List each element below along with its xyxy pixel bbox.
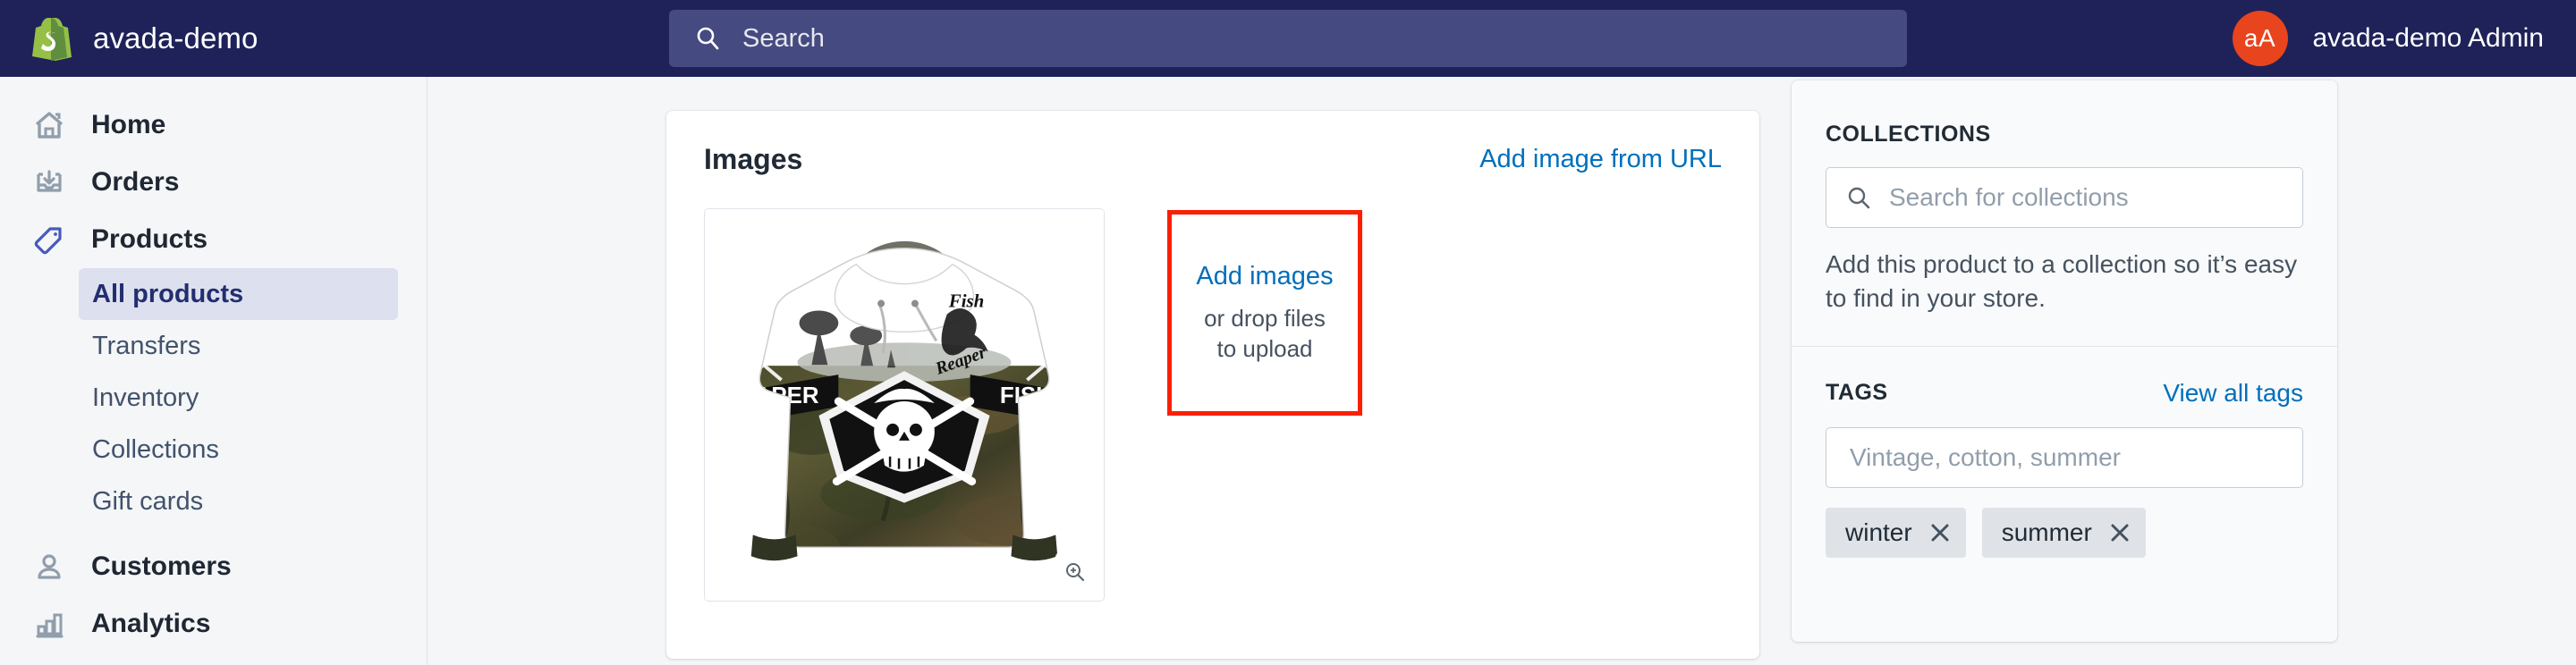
sidebar-item-label: Products [91, 224, 208, 254]
tags-section: TAGS View all tags Vintage, cotton, summ… [1792, 347, 2337, 558]
sidebar-item-all-products[interactable]: All products [79, 268, 398, 320]
sidebar-item-gift-cards[interactable]: Gift cards [79, 476, 398, 527]
sidebar-item-label: Analytics [91, 609, 211, 638]
tags-input[interactable]: Vintage, cotton, summer [1826, 426, 2303, 488]
sidebar-item-analytics[interactable]: Analytics [0, 595, 427, 652]
collections-section: COLLECTIONS Search for collections Add t… [1792, 80, 2337, 346]
graphic-text-fish: Fish [948, 290, 985, 312]
shopify-bag-icon [30, 15, 72, 62]
brand-name: avada-demo [93, 21, 258, 55]
images-card: Images Add image from URL Fish Reaper Ad… [666, 111, 1759, 659]
sidebar-item-label: Home [91, 110, 166, 139]
sidebar-item-label: Orders [91, 167, 180, 197]
product-organization-panel: COLLECTIONS Search for collections Add t… [1792, 80, 2337, 642]
collections-help-text: Add this product to a collection so it’s… [1826, 250, 2298, 312]
tag-chip[interactable]: winter [1826, 507, 1966, 558]
sidebar-item-label: Customers [91, 551, 232, 581]
product-image-thumbnail[interactable]: REAPER FISH R [704, 208, 1105, 602]
sidebar-item-products[interactable]: Products [0, 211, 427, 268]
tag-chip[interactable]: summer [1981, 507, 2146, 558]
top-bar: avada-demo Search aA avada-demo Admin [0, 0, 2576, 77]
dropzone-hint-line1: or drop files [1204, 305, 1326, 332]
user-name: avada-demo Admin [2312, 23, 2545, 53]
orders-inbox-icon [30, 164, 68, 201]
search-icon [694, 25, 721, 52]
tags-header: TAGS View all tags [1826, 379, 2303, 408]
avatar: aA [2232, 11, 2288, 66]
dropzone-hint-line2: to upload [1216, 334, 1313, 362]
sidebar-item-transfers[interactable]: Transfers [79, 320, 398, 372]
search-icon [1846, 185, 1871, 210]
add-images-dropzone[interactable]: Add images or drop files to upload [1167, 210, 1362, 416]
images-body: REAPER FISH R [666, 176, 1759, 602]
images-card-header: Images Add image from URL [666, 111, 1759, 176]
sidebar-item-customers[interactable]: Customers [0, 538, 427, 595]
tag-chip-label: winter [1845, 518, 1912, 546]
sidebar-item-collections[interactable]: Collections [79, 424, 398, 476]
global-search-field[interactable]: Search [669, 10, 1907, 67]
products-subnav: All products Transfers Inventory Collect… [0, 268, 427, 527]
view-all-tags-link[interactable]: View all tags [2163, 379, 2303, 408]
magnifier-plus-icon[interactable] [1055, 552, 1095, 592]
collections-search-input[interactable]: Search for collections [1826, 167, 2303, 228]
tag-chip-label: summer [2001, 518, 2092, 546]
search-placeholder: Search [742, 23, 825, 53]
add-images-link[interactable]: Add images [1196, 262, 1333, 291]
close-icon[interactable] [1928, 521, 1952, 544]
dropzone-hint: or drop files to upload [1204, 304, 1326, 364]
home-icon [30, 106, 68, 144]
sidebar-item-inventory[interactable]: Inventory [79, 372, 398, 424]
sidebar-subitem-label: Inventory [92, 383, 199, 412]
tag-chip-list: winter summer [1826, 507, 2303, 558]
tags-input-placeholder: Vintage, cotton, summer [1850, 442, 2121, 471]
user-menu[interactable]: aA avada-demo Admin [2232, 0, 2545, 77]
sidebar-subitem-label: Collections [92, 434, 219, 464]
customers-person-icon [30, 548, 68, 585]
hoodie-artwork: REAPER FISH R [705, 209, 1104, 601]
tags-title: TAGS [1826, 380, 1888, 406]
sidebar-item-home[interactable]: Home [0, 97, 427, 154]
products-tag-icon [30, 221, 68, 258]
collections-title: COLLECTIONS [1826, 122, 1991, 147]
sidebar-item-orders[interactable]: Orders [0, 154, 427, 211]
analytics-bars-icon [30, 605, 68, 643]
page-title: Images [704, 143, 803, 175]
brand-logo-area[interactable]: avada-demo [30, 15, 258, 62]
sidebar-subitem-label: Gift cards [92, 486, 204, 516]
close-icon[interactable] [2108, 521, 2131, 544]
sidebar-subitem-label: Transfers [92, 331, 201, 360]
sidebar-nav: Home Orders Products All products Transf… [0, 77, 428, 665]
collections-search-placeholder: Search for collections [1889, 183, 2129, 211]
sidebar-subitem-label: All products [92, 279, 244, 308]
add-image-from-url-link[interactable]: Add image from URL [1479, 145, 1722, 174]
